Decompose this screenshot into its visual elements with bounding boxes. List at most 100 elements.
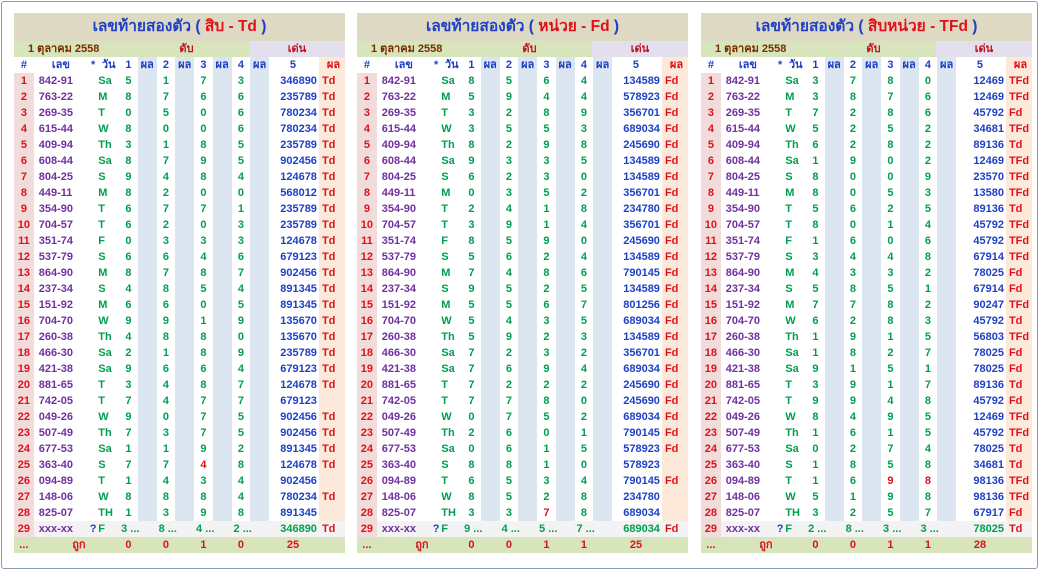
row-number: 29 xyxy=(14,521,34,537)
digit-cell: 5 xyxy=(237,139,244,151)
result-label: Fd xyxy=(1005,281,1032,297)
result-cell xyxy=(862,105,882,121)
summary-row: ... ถูก 0 0 1 1 28 xyxy=(701,537,1032,553)
star-cell xyxy=(88,137,98,153)
draw-number: 466-30 xyxy=(381,347,417,359)
table-row: 15 151-92 M 5 5 6 7 801256 Fd xyxy=(357,297,688,313)
day-cell: M xyxy=(98,299,108,311)
digit-cell: 0 xyxy=(162,123,169,135)
digit-cell: 7 xyxy=(200,427,207,439)
table-row: 26 094-89 T 1 6 9 8 98136 TFd xyxy=(701,473,1032,489)
digit-cell: 2 xyxy=(849,107,856,119)
row-number: 12 xyxy=(14,249,34,265)
column-header: 5 xyxy=(632,59,640,71)
five-set-cell: 679123 xyxy=(280,251,317,263)
result-label: TFd xyxy=(1005,249,1032,265)
digit-cell: 2 ... xyxy=(231,521,269,537)
digit-cell: 8 xyxy=(849,347,856,359)
five-set-cell: 78025 xyxy=(973,443,1004,455)
digit-cell: 5 xyxy=(237,299,244,311)
digit-cell: 8 xyxy=(849,459,856,471)
day-cell: T xyxy=(785,203,793,215)
result-label xyxy=(318,393,345,409)
table-row: 17 260-38 Th 1 9 1 5 56803 TFd xyxy=(701,329,1032,345)
result-cell xyxy=(212,505,232,521)
result-cell xyxy=(518,105,538,121)
result-cell xyxy=(137,185,157,201)
digit-cell: 5 xyxy=(505,123,512,135)
star-cell xyxy=(431,457,441,473)
digit-cell: 6 xyxy=(200,91,207,103)
results-table: # เลข * วัน 1 ผล 2 ผล 3 ผล 4 ผล 5 ผล 1 842-91 Sa 5 1 7 3 3468… xyxy=(14,57,345,553)
table-row: 25 363-40 S 8 8 1 0 578923 xyxy=(357,457,688,473)
digit-cell: 5 xyxy=(812,283,819,295)
draw-number: 351-74 xyxy=(38,235,74,247)
digit-cell: 4 ... xyxy=(499,521,538,537)
digit-cell: 3 xyxy=(580,123,587,135)
star-cell xyxy=(431,265,441,281)
five-set-cell: 790145 xyxy=(623,475,660,487)
row-number: 24 xyxy=(701,441,721,457)
result-label xyxy=(661,505,688,521)
digit-cell: 8 xyxy=(812,411,819,423)
digit-cell: 4 xyxy=(162,171,169,183)
draw-number: 269-35 xyxy=(725,107,761,119)
draw-number: 763-22 xyxy=(38,91,74,103)
star-cell xyxy=(775,345,785,361)
star-cell xyxy=(431,105,441,121)
table-row: 15 151-92 M 6 6 0 5 891345 Td xyxy=(14,297,345,313)
result-cell xyxy=(555,185,575,201)
result-label: TFd xyxy=(1005,73,1032,89)
result-label: Fd xyxy=(661,297,688,313)
five-set-cell: 891345 xyxy=(280,299,317,311)
result-cell xyxy=(175,441,195,457)
star-cell xyxy=(775,329,785,345)
draw-number: 269-35 xyxy=(38,107,74,119)
result-cell xyxy=(862,425,882,441)
result-cell xyxy=(937,217,956,233)
digit-cell: 1 xyxy=(543,443,550,455)
result-cell xyxy=(212,297,232,313)
five-set-cell: 689034 xyxy=(623,363,660,375)
star-cell xyxy=(88,505,98,521)
five-set-cell: 235789 xyxy=(280,91,317,103)
digit-cell: 7 xyxy=(543,507,550,519)
digit-cell: 0 xyxy=(812,443,819,455)
result-cell xyxy=(212,393,232,409)
row-number: 1 xyxy=(701,73,721,89)
digit-cell: 3 xyxy=(505,187,512,199)
column-header: 4 xyxy=(580,59,587,71)
result-cell xyxy=(137,329,157,345)
digit-cell: 3 ... xyxy=(918,521,956,537)
digit-cell: 6 xyxy=(849,203,856,215)
digit-cell: 7 xyxy=(468,267,475,279)
day-cell: W xyxy=(98,411,109,423)
result-cell xyxy=(250,441,269,457)
result-label xyxy=(661,489,688,505)
five-set-cell: 78025 xyxy=(973,363,1004,375)
table-row: 8 449-11 M 0 3 5 2 356701 Fd xyxy=(357,185,688,201)
result-cell xyxy=(862,441,882,457)
digit-cell: 1 xyxy=(849,363,856,375)
result-cell xyxy=(250,169,269,185)
draw-number: 049-26 xyxy=(725,411,761,423)
column-header: 1 xyxy=(468,59,475,71)
result-cell xyxy=(212,409,232,425)
five-set-cell: 568012 xyxy=(280,187,317,199)
result-cell xyxy=(212,313,232,329)
digit-cell: 3 xyxy=(162,427,169,439)
result-cell xyxy=(824,73,844,89)
result-cell xyxy=(824,409,844,425)
draw-number: 237-34 xyxy=(38,283,74,295)
table-row: 26 094-89 T 1 4 3 4 902456 xyxy=(14,473,345,489)
five-set-cell: 135670 xyxy=(280,315,317,327)
result-cell xyxy=(593,457,612,473)
result-cell xyxy=(212,329,232,345)
digit-cell: 7 ... xyxy=(574,521,612,537)
day-cell: Th xyxy=(785,427,799,439)
draw-number: 742-05 xyxy=(725,395,761,407)
column-header: เลข xyxy=(394,59,413,71)
draw-number: 409-94 xyxy=(38,139,74,151)
digit-cell: 0 xyxy=(849,171,856,183)
result-cell xyxy=(518,73,538,89)
